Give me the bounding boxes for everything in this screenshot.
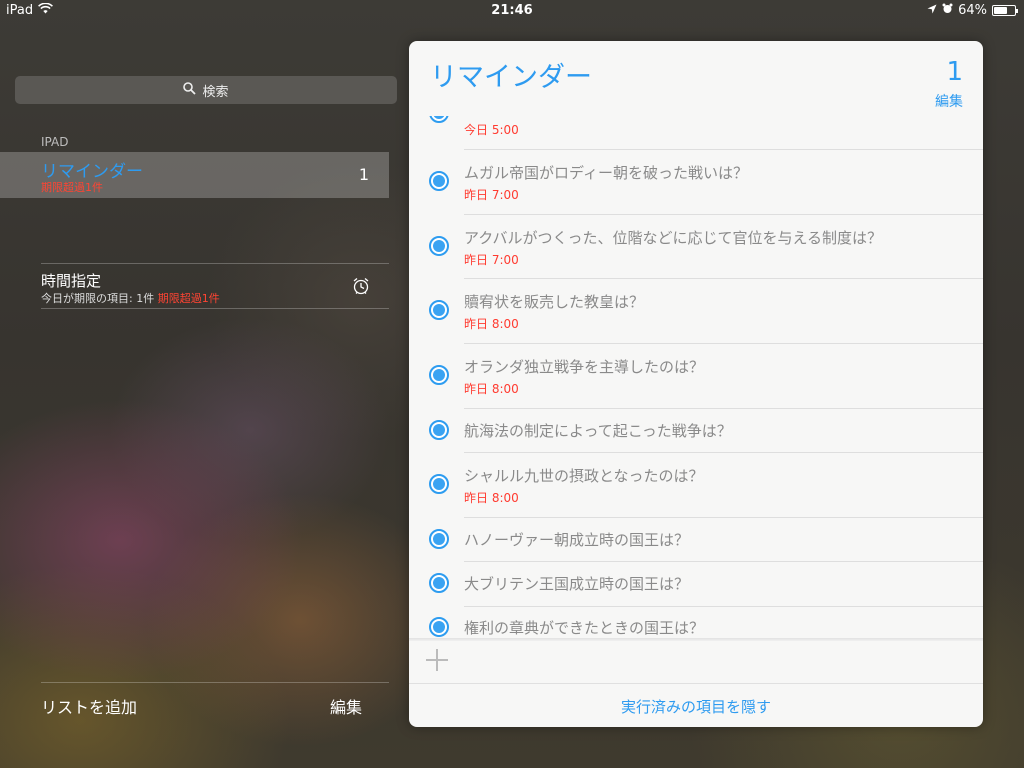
reminder-due: 昨日 7:00 xyxy=(464,253,519,267)
list-item[interactable]: 権利の章典ができたときの国王は？ xyxy=(409,607,983,638)
checkbox[interactable] xyxy=(429,236,449,256)
sidebar: 検索 IPAD リマインダー 期限超過1件 1 時間指定 今日が期限の項目: 1… xyxy=(0,20,400,768)
scheduled-overdue: 期限超過1件 xyxy=(157,292,220,305)
panel-edit-button[interactable]: 編集 xyxy=(935,91,963,111)
checkbox[interactable] xyxy=(429,617,449,637)
divider xyxy=(409,683,983,684)
status-right: 64% xyxy=(927,3,1018,18)
reminder-title: ハノーヴァー朝成立時の国王は？ xyxy=(464,531,690,549)
reminder-count: 1 xyxy=(946,57,963,87)
reminder-title: アクバルがつくった、位階などに応じて官位を与える制度は？ xyxy=(464,229,883,247)
list-item[interactable]: シャルル九世の摂政となったのは？ 昨日 8:00 xyxy=(409,453,983,518)
checkbox[interactable] xyxy=(429,116,449,123)
checkbox[interactable] xyxy=(429,365,449,385)
list-item[interactable]: ハノーヴァー朝成立時の国王は？ xyxy=(409,518,983,562)
hide-completed-button[interactable]: 実行済みの項目を隠す xyxy=(409,696,983,717)
list-item[interactable]: 今日 5:00 xyxy=(409,116,983,150)
checkbox[interactable] xyxy=(429,529,449,549)
divider xyxy=(41,263,389,264)
reminder-due: 昨日 8:00 xyxy=(464,317,519,331)
checkbox[interactable] xyxy=(429,573,449,593)
battery-icon xyxy=(992,5,1018,16)
list-count: 1 xyxy=(358,165,369,184)
add-list-button[interactable]: リストを追加 xyxy=(41,694,137,718)
add-reminder-icon[interactable] xyxy=(426,649,448,671)
location-arrow-icon xyxy=(927,3,937,18)
status-time: 21:46 xyxy=(491,3,533,18)
list-item[interactable]: 贖宥状を販売した教皇は？ 昨日 8:00 xyxy=(409,279,983,344)
divider xyxy=(41,682,389,683)
sidebar-edit-button[interactable]: 編集 xyxy=(330,694,362,718)
alarm-clock-icon xyxy=(351,276,371,300)
list-overdue-text: 期限超過1件 xyxy=(41,181,103,194)
checkbox[interactable] xyxy=(429,171,449,191)
reminder-due: 昨日 7:00 xyxy=(464,188,519,202)
alarm-clock-icon xyxy=(942,3,953,18)
reminder-due: 今日 5:00 xyxy=(464,123,519,137)
scheduled-due-today: 今日が期限の項目: 1件 xyxy=(41,292,155,305)
checkbox[interactable] xyxy=(429,420,449,440)
status-bar: iPad 21:46 64% xyxy=(0,0,1024,20)
divider xyxy=(409,638,983,641)
reminder-due: 昨日 8:00 xyxy=(464,491,519,505)
reminder-title: 贖宥状を販売した教皇は？ xyxy=(464,293,645,311)
section-header-ipad: IPAD xyxy=(41,135,69,149)
list-item[interactable]: 大ブリテン王国成立時の国王は？ xyxy=(409,562,983,607)
list-item[interactable]: 航海法の制定によって起こった戦争は？ xyxy=(409,409,983,453)
reminder-title: オランダ独立戦争を主導したのは？ xyxy=(464,358,705,376)
scheduled-name: 時間指定 xyxy=(41,272,102,290)
divider xyxy=(41,308,389,309)
checkbox[interactable] xyxy=(429,474,449,494)
list-item[interactable]: ムガル帝国がロディー朝を破った戦いは？ 昨日 7:00 xyxy=(409,150,983,215)
reminder-due: 昨日 8:00 xyxy=(464,382,519,396)
search-field[interactable]: 検索 xyxy=(15,76,397,104)
reminder-title: ムガル帝国がロディー朝を破った戦いは？ xyxy=(464,164,748,182)
reminder-title: 大ブリテン王国成立時の国王は？ xyxy=(464,575,690,593)
search-label: 検索 xyxy=(202,84,229,100)
sidebar-item-reminders[interactable]: リマインダー 期限超過1件 1 xyxy=(0,152,389,198)
battery-percentage: 64% xyxy=(958,3,987,18)
reminder-list: 今日 5:00 ムガル帝国がロディー朝を破った戦いは？ 昨日 7:00 アクバル… xyxy=(409,116,983,638)
list-item[interactable]: アクバルがつくった、位階などに応じて官位を与える制度は？ 昨日 7:00 xyxy=(409,215,983,279)
search-icon xyxy=(183,81,197,99)
reminder-title: 権利の章典ができたときの国王は？ xyxy=(464,619,705,637)
checkbox[interactable] xyxy=(429,300,449,320)
reminder-title: シャルル九世の摂政となったのは？ xyxy=(464,467,704,485)
reminders-panel: リマインダー 1 編集 今日 5:00 ムガル帝国がロディー朝を破った戦いは？ … xyxy=(409,41,983,727)
scheduled-subtitle: 今日が期限の項目: 1件 期限超過1件 xyxy=(41,290,220,306)
reminder-title: 航海法の制定によって起こった戦争は？ xyxy=(464,422,732,440)
list-item[interactable]: オランダ独立戦争を主導したのは？ 昨日 8:00 xyxy=(409,344,983,409)
page-title: リマインダー xyxy=(430,62,592,93)
